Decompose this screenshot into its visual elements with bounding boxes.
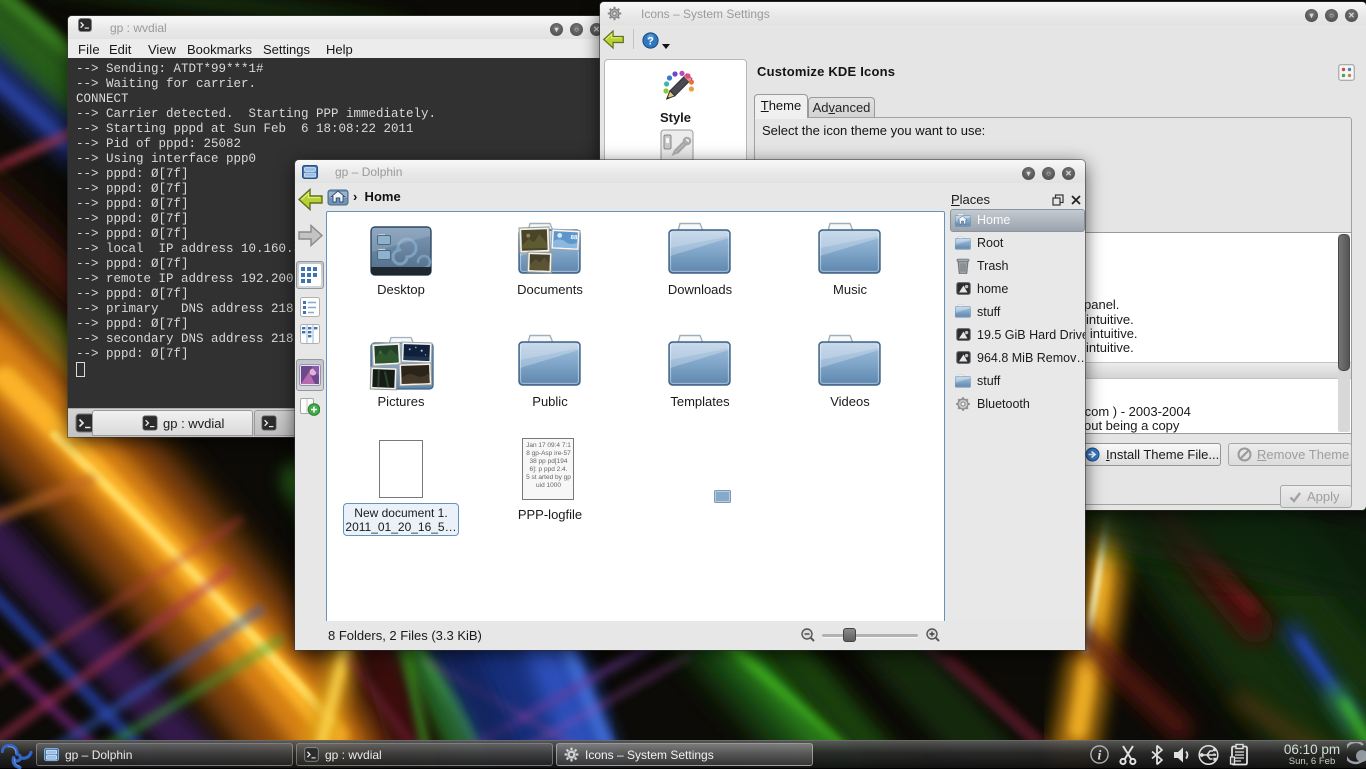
svg-text:i: i — [1098, 749, 1102, 764]
svg-text:88: 88 — [570, 235, 578, 241]
svg-text:?: ? — [647, 36, 654, 48]
